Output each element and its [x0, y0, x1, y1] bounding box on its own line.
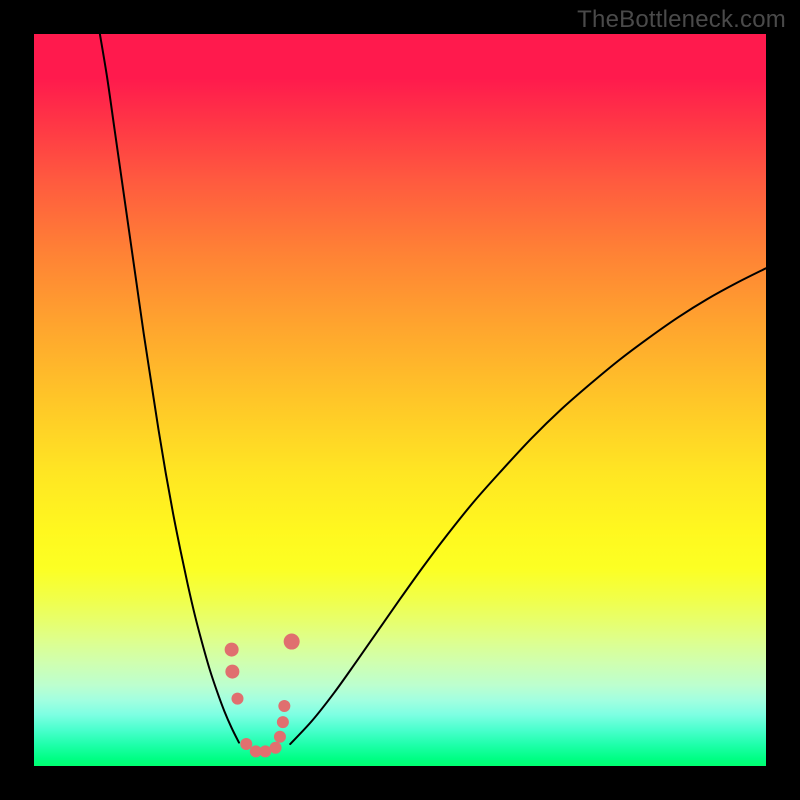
plot-area: [34, 34, 766, 766]
highlight-point: [231, 693, 243, 705]
watermark-label: TheBottleneck.com: [577, 6, 786, 34]
highlight-point: [259, 745, 271, 757]
highlight-point: [284, 634, 300, 650]
highlight-point: [240, 738, 252, 750]
highlight-points: [225, 634, 300, 758]
highlight-point: [277, 716, 289, 728]
highlight-point: [225, 665, 239, 679]
highlight-point: [278, 700, 290, 712]
highlight-point: [225, 643, 239, 657]
highlight-point: [274, 731, 286, 743]
markers-layer: [34, 34, 766, 766]
highlight-point: [270, 742, 282, 754]
chart-frame: TheBottleneck.com: [0, 0, 800, 800]
